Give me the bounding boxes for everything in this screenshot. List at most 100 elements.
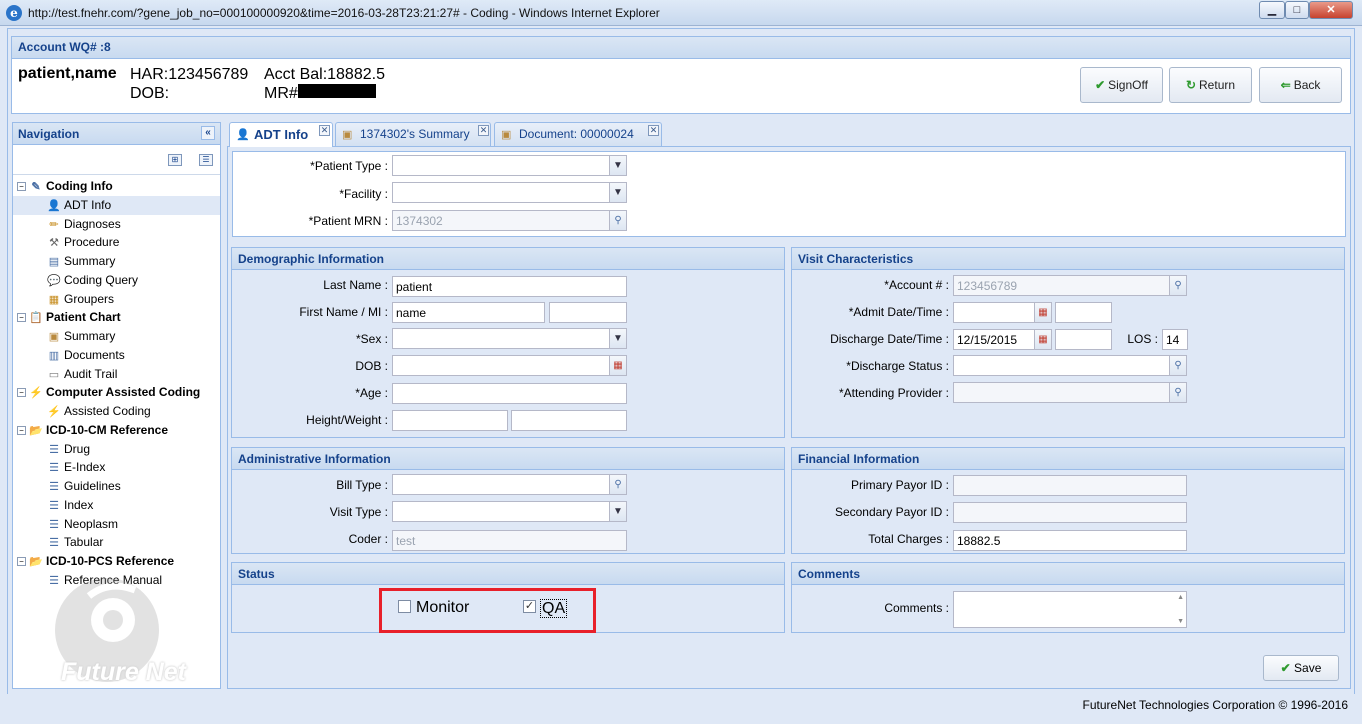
comments-textarea[interactable]: ▲ ▼ — [953, 591, 1187, 628]
search-icon[interactable]: ⚲ — [1169, 383, 1186, 402]
minimize-button[interactable]: ▁ — [1259, 1, 1285, 19]
height-field[interactable] — [392, 410, 508, 431]
tree-item-adt-info[interactable]: 👤 ADT Info — [13, 196, 220, 215]
first-name-label: First Name / MI : — [299, 305, 388, 319]
first-name-field[interactable]: name — [392, 302, 545, 323]
close-button[interactable]: ✕ — [1309, 1, 1353, 19]
tree-item-assisted-coding[interactable]: ⚡ Assisted Coding — [13, 402, 220, 421]
tree-item-procedure[interactable]: ⚒ Procedure — [13, 233, 220, 252]
tab-document[interactable]: ▣ Document: 00000024 ✕ — [494, 122, 662, 146]
list-doc-icon: ☰ — [49, 499, 59, 512]
scroll-down-icon[interactable]: ▼ — [1177, 618, 1184, 625]
sex-select[interactable]: ▼ — [392, 328, 627, 349]
tab-summary[interactable]: ▣ 1374302's Summary ✕ — [335, 122, 491, 146]
chevron-down-icon[interactable]: ▼ — [609, 156, 626, 175]
discharge-status-label: *Discharge Status : — [846, 359, 949, 373]
maximize-button[interactable]: □ — [1285, 1, 1309, 19]
calendar-icon[interactable]: ▦ — [609, 356, 626, 375]
last-name-field[interactable]: patient — [392, 276, 627, 297]
tree-item-audit-trail[interactable]: ▭ Audit Trail — [13, 365, 220, 384]
navigation-title: Navigation — [18, 127, 80, 141]
navigation-tools: ⊞ ☰ — [13, 145, 220, 175]
attending-provider-field[interactable]: ⚲ — [953, 382, 1187, 403]
collapse-toggle-icon[interactable]: − — [17, 313, 26, 323]
calendar-icon[interactable]: ▦ — [1034, 330, 1051, 349]
tree-group-patient-chart[interactable]: − 📋 Patient Chart — [13, 308, 220, 327]
tree-item-drug[interactable]: ☰ Drug — [13, 440, 220, 459]
tab-close-icon[interactable]: ✕ — [648, 125, 659, 136]
tree-group-icd10pcs[interactable]: − 📂 ICD-10-PCS Reference — [13, 552, 220, 571]
tree-item-guidelines[interactable]: ☰ Guidelines — [13, 477, 220, 496]
primary-payor-field[interactable] — [953, 475, 1187, 496]
tree-item-summary[interactable]: ▤ Summary — [13, 252, 220, 271]
search-icon[interactable]: ⚲ — [1169, 276, 1186, 295]
secondary-payor-label: Secondary Payor ID : — [834, 505, 949, 519]
collapse-toggle-icon[interactable]: − — [17, 426, 26, 436]
ie-icon: e — [6, 5, 22, 21]
return-button[interactable]: ↻ Return — [1169, 67, 1252, 103]
tree-group-icd10cm[interactable]: − 📂 ICD-10-CM Reference — [13, 421, 220, 440]
documents-icon: ▥ — [48, 349, 60, 362]
signoff-button[interactable]: ✔ SignOff — [1080, 67, 1163, 103]
secondary-payor-field[interactable] — [953, 502, 1187, 523]
chevron-down-icon[interactable]: ▼ — [609, 502, 626, 521]
back-button[interactable]: ⇐ Back — [1259, 67, 1342, 103]
age-field[interactable] — [392, 383, 627, 404]
account-number-field[interactable]: 123456789 ⚲ — [953, 275, 1187, 296]
tab-close-icon[interactable]: ✕ — [319, 125, 330, 136]
tree-group-cac[interactable]: − ⚡ Computer Assisted Coding — [13, 383, 220, 402]
pencil-doc-icon: ✎ — [31, 180, 41, 193]
admit-date-field[interactable]: ▦ — [953, 302, 1052, 323]
patient-mrn-label: *Patient MRN : — [308, 214, 388, 228]
discharge-date-field[interactable]: 12/15/2015 ▦ — [953, 329, 1052, 350]
expand-all-icon[interactable]: ⊞ — [168, 154, 182, 166]
clipboard-icon: 📋 — [29, 311, 43, 324]
list-doc-icon: ☰ — [49, 461, 59, 474]
total-charges-field[interactable]: 18882.5 — [953, 530, 1187, 551]
tab-adt-info[interactable]: 👤 ADT Info ✕ — [229, 122, 333, 147]
tab-close-icon[interactable]: ✕ — [478, 125, 489, 136]
collapse-toggle-icon[interactable]: − — [17, 557, 26, 567]
tree-item-documents[interactable]: ▥ Documents — [13, 346, 220, 365]
admit-time-field[interactable] — [1055, 302, 1112, 323]
chevron-down-icon[interactable]: ▼ — [609, 183, 626, 202]
search-icon[interactable]: ⚲ — [609, 211, 626, 230]
tree-item-coding-query[interactable]: 💬 Coding Query — [13, 271, 220, 290]
search-icon[interactable]: ⚲ — [1169, 356, 1186, 375]
calendar-icon[interactable]: ▦ — [1034, 303, 1051, 322]
tree-group-coding-info[interactable]: − ✎ Coding Info — [13, 177, 220, 196]
status-bar: FutureNet Technologies Corporation © 199… — [0, 694, 1362, 724]
coder-field[interactable]: test — [392, 530, 627, 551]
weight-field[interactable] — [511, 410, 627, 431]
tree-item-diagnoses[interactable]: ✏ Diagnoses — [13, 215, 220, 234]
tree-item-groupers[interactable]: ▦ Groupers — [13, 290, 220, 309]
patient-mrn-field[interactable]: 1374302 ⚲ — [392, 210, 627, 231]
collapse-toggle-icon[interactable]: − — [17, 388, 26, 398]
watermark-text: Future Net — [61, 658, 186, 686]
list-doc-icon: ☰ — [49, 536, 59, 549]
tree-item-neoplasm[interactable]: ☰ Neoplasm — [13, 515, 220, 534]
list-doc-icon: ☰ — [49, 480, 59, 493]
collapse-toggle-icon[interactable]: − — [17, 182, 26, 192]
los-field[interactable]: 14 — [1162, 329, 1188, 350]
tree-item-index[interactable]: ☰ Index — [13, 496, 220, 515]
scroll-up-icon[interactable]: ▲ — [1177, 594, 1184, 601]
return-icon: ↻ — [1185, 78, 1197, 92]
bill-type-field[interactable]: ⚲ — [392, 474, 627, 495]
search-icon[interactable]: ⚲ — [609, 475, 626, 494]
tree-item-chart-summary[interactable]: ▣ Summary — [13, 327, 220, 346]
visit-type-select[interactable]: ▼ — [392, 501, 627, 522]
tree-item-e-index[interactable]: ☰ E-Index — [13, 458, 220, 477]
save-button[interactable]: ✔ Save — [1263, 655, 1339, 681]
discharge-time-field[interactable] — [1055, 329, 1112, 350]
list-icon[interactable]: ☰ — [199, 154, 213, 166]
collapse-icon[interactable]: « — [201, 126, 215, 140]
patient-type-select[interactable]: ▼ — [392, 155, 627, 176]
chevron-down-icon[interactable]: ▼ — [609, 329, 626, 348]
facility-select[interactable]: ▼ — [392, 182, 627, 203]
lightning-icon: ⚡ — [47, 405, 61, 418]
tree-item-tabular[interactable]: ☰ Tabular — [13, 533, 220, 552]
dob-field[interactable]: ▦ — [392, 355, 627, 376]
discharge-status-field[interactable]: ⚲ — [953, 355, 1187, 376]
middle-initial-field[interactable] — [549, 302, 627, 323]
